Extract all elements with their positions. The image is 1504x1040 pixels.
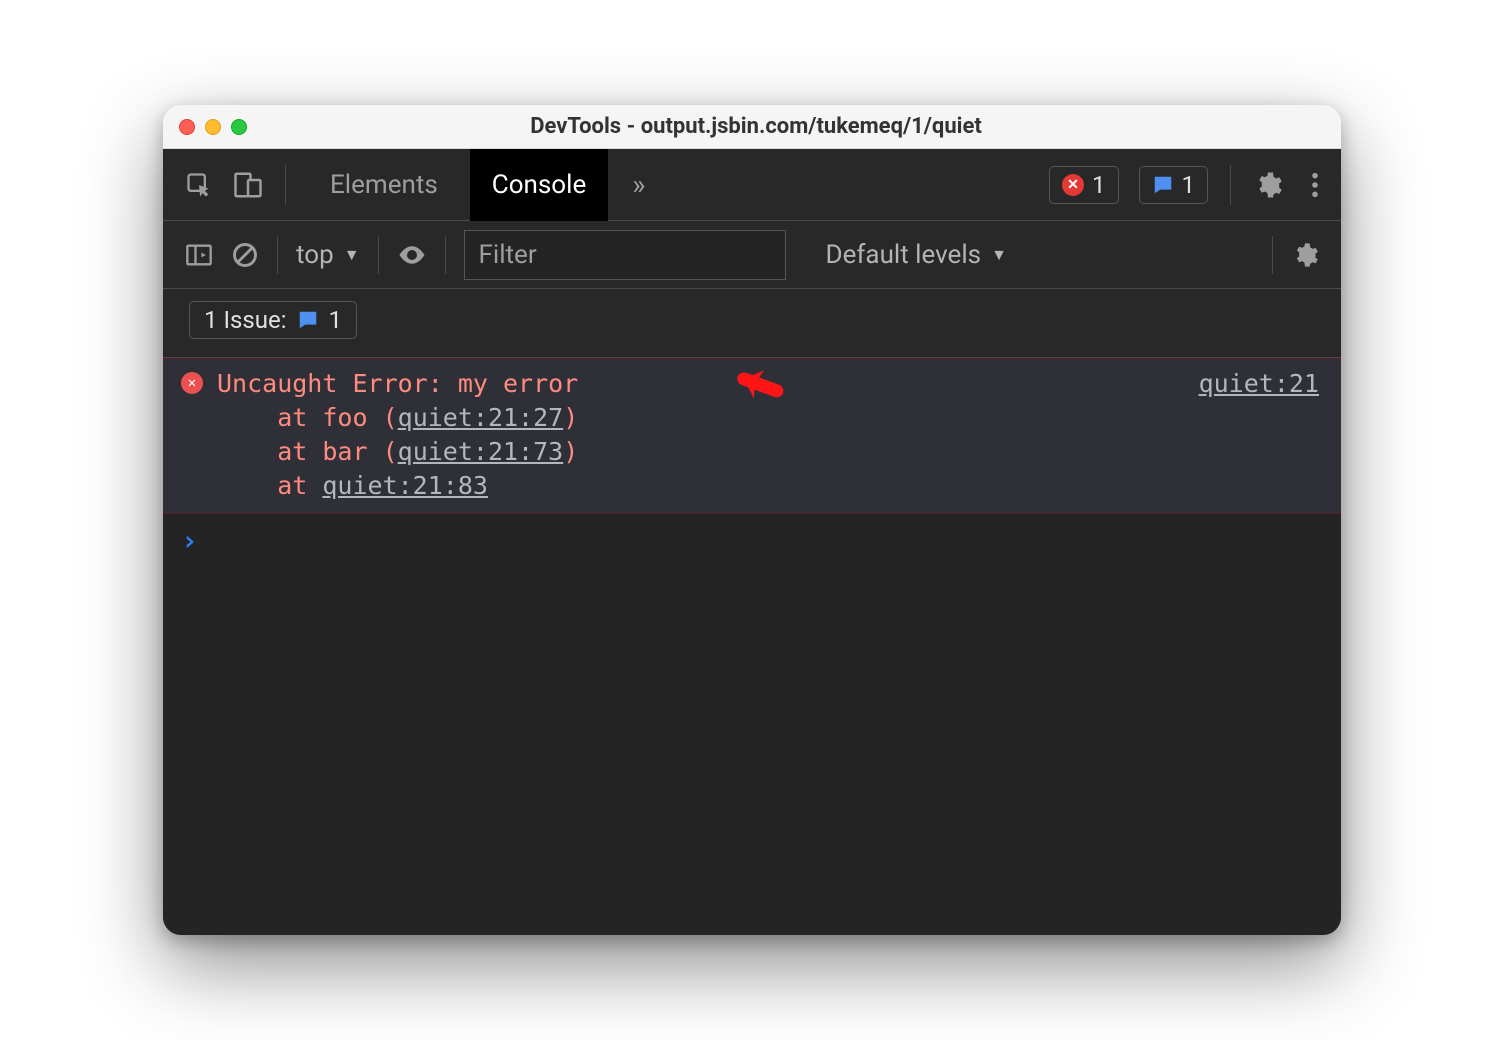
mac-titlebar: DevTools - output.jsbin.com/tukemeq/1/qu…: [163, 105, 1341, 149]
log-levels-selector[interactable]: Default levels ▼: [826, 240, 1007, 270]
console-error-entry: ✕ Uncaught Error: my error at foo (quiet…: [163, 358, 1341, 514]
error-count-badge[interactable]: ✕ 1: [1049, 166, 1119, 204]
device-toggle-icon[interactable]: [233, 170, 263, 200]
console-body: ✕ Uncaught Error: my error at foo (quiet…: [163, 358, 1341, 935]
live-expression-eye-icon[interactable]: [397, 240, 427, 270]
settings-gear-icon[interactable]: [1253, 170, 1283, 200]
console-toolbar: top ▼ Filter Default levels ▼: [163, 221, 1341, 289]
clear-console-icon[interactable]: [231, 241, 259, 269]
filter-input[interactable]: Filter: [464, 230, 786, 280]
levels-label: Default levels: [826, 240, 982, 270]
error-count: 1: [1092, 171, 1106, 199]
window-title: DevTools - output.jsbin.com/tukemeq/1/qu…: [247, 114, 1265, 139]
minimize-traffic-light[interactable]: [205, 119, 221, 135]
close-traffic-light[interactable]: [179, 119, 195, 135]
context-label: top: [296, 240, 334, 270]
tab-console[interactable]: Console: [470, 149, 608, 221]
stack-frame-link[interactable]: quiet:21:73: [398, 437, 564, 466]
annotation-arrow-icon: [723, 349, 793, 419]
console-prompt-chevron-icon[interactable]: ›: [163, 514, 1341, 567]
error-stack: Uncaught Error: my error at foo (quiet:2…: [217, 367, 578, 503]
console-sidebar-toggle-icon[interactable]: [185, 241, 213, 269]
issue-label: 1 Issue:: [204, 306, 287, 334]
stack-frame-link[interactable]: quiet:21:27: [398, 403, 564, 432]
devtools-tabbar: Elements Console » ✕ 1 1: [163, 149, 1341, 221]
filter-placeholder: Filter: [479, 240, 537, 270]
zoom-traffic-light[interactable]: [231, 119, 247, 135]
chevron-down-icon: ▼: [991, 245, 1007, 265]
issue-count: 1: [329, 306, 343, 334]
console-settings-gear-icon[interactable]: [1291, 241, 1319, 269]
message-icon: [1152, 174, 1174, 196]
kebab-menu-icon[interactable]: [1311, 171, 1319, 199]
tab-elements[interactable]: Elements: [308, 149, 460, 221]
messages-count: 1: [1182, 171, 1196, 199]
stack-frame-link[interactable]: quiet:21:83: [322, 471, 488, 500]
issues-messages-badge[interactable]: 1: [1139, 166, 1209, 204]
context-selector[interactable]: top ▼: [296, 240, 360, 270]
issues-row: 1 Issue: 1: [163, 289, 1341, 358]
devtools-window: DevTools - output.jsbin.com/tukemeq/1/qu…: [163, 105, 1341, 935]
more-tabs-chevron-icon[interactable]: »: [618, 168, 659, 201]
message-icon: [297, 309, 319, 331]
inspect-element-icon[interactable]: [185, 171, 213, 199]
error-icon: ✕: [181, 372, 203, 394]
error-circle-icon: ✕: [1062, 174, 1084, 196]
chevron-down-icon: ▼: [344, 245, 360, 265]
issues-chip[interactable]: 1 Issue: 1: [189, 301, 357, 339]
error-source-link[interactable]: quiet:21: [1199, 367, 1319, 401]
